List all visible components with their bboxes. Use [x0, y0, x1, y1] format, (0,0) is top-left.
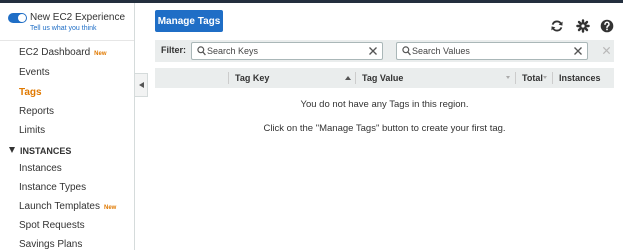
sidebar-item-reports[interactable]: Reports: [19, 106, 54, 117]
sidebar-item-label: Instances: [19, 163, 62, 174]
manage-tags-button[interactable]: Manage Tags: [155, 10, 223, 32]
sidebar-item-launch-templates[interactable]: Launch Templates New: [19, 201, 116, 212]
column-header-tag-value[interactable]: Tag Value: [362, 73, 403, 83]
sidebar-item-spot-requests[interactable]: Spot Requests: [19, 220, 85, 231]
search-values-input[interactable]: [412, 44, 562, 58]
sidebar-item-limits[interactable]: Limits: [19, 125, 45, 136]
gear-icon[interactable]: [576, 19, 590, 33]
sidebar: New EC2 Experience Tell us what you thin…: [0, 3, 135, 250]
column-header-instances[interactable]: Instances: [559, 73, 601, 83]
sidebar-divider: [0, 40, 134, 41]
sidebar-item-label: Spot Requests: [19, 220, 85, 231]
empty-state-message: You do not have any Tags in this region.: [300, 99, 469, 110]
caret-down-icon: [9, 147, 15, 153]
sidebar-item-instance-types[interactable]: Instance Types: [19, 182, 86, 193]
sidebar-section-title: INSTANCES: [20, 146, 72, 156]
refresh-icon[interactable]: [550, 19, 564, 33]
empty-state-hint: Click on the "Manage Tags" button to cre…: [263, 123, 506, 134]
sidebar-item-events[interactable]: Events: [19, 67, 50, 78]
sidebar-item-instances[interactable]: Instances: [19, 163, 62, 174]
sidebar-item-label: Launch Templates: [19, 201, 100, 212]
sidebar-item-label: EC2 Dashboard: [19, 47, 91, 58]
sort-icon[interactable]: [506, 76, 510, 79]
help-icon[interactable]: [600, 19, 614, 33]
chevron-left-icon: [138, 82, 144, 88]
new-experience-title: New EC2 Experience: [30, 12, 126, 23]
column-divider: [228, 72, 229, 84]
column-divider: [355, 72, 356, 84]
search-keys-box: [191, 42, 383, 60]
column-divider: [552, 72, 553, 84]
sidebar-item-label: Savings Plans: [19, 239, 83, 250]
clear-filters-icon[interactable]: [602, 46, 611, 58]
sidebar-section-instances[interactable]: INSTANCES: [9, 146, 71, 156]
column-header-tag-key[interactable]: Tag Key: [235, 73, 269, 83]
sidebar-item-label: Reports: [19, 106, 55, 117]
sidebar-item-savings-plans[interactable]: Savings Plans: [19, 239, 82, 250]
clear-values-icon[interactable]: [573, 46, 583, 59]
column-header-total[interactable]: Total: [522, 73, 543, 83]
sort-ascending-icon[interactable]: [345, 76, 351, 80]
sidebar-item-label: Events: [19, 67, 50, 78]
new-badge: New: [103, 205, 117, 211]
tags-table-header: Tag Key Tag Value Total Instances: [155, 68, 614, 88]
clear-keys-icon[interactable]: [368, 46, 378, 59]
search-icon: [197, 46, 206, 59]
sidebar-item-label: Limits: [19, 125, 46, 136]
new-badge: New: [94, 51, 107, 57]
feedback-link[interactable]: Tell us what you think: [30, 25, 97, 32]
sidebar-item-tags[interactable]: Tags: [19, 87, 42, 98]
sidebar-item-ec2-dashboard[interactable]: EC2 Dashboard New: [19, 47, 107, 58]
sidebar-collapse-button[interactable]: [135, 73, 148, 97]
search-keys-input[interactable]: [207, 44, 357, 58]
sort-icon[interactable]: [543, 76, 547, 79]
search-values-box: [396, 42, 588, 60]
column-divider: [515, 72, 516, 84]
search-icon: [402, 46, 411, 59]
filter-label: Filter:: [161, 45, 187, 55]
sidebar-item-label: Instance Types: [19, 182, 87, 193]
sidebar-item-label: Tags: [19, 87, 42, 98]
filter-bar: Filter:: [155, 40, 614, 62]
new-experience-toggle[interactable]: [8, 13, 27, 23]
